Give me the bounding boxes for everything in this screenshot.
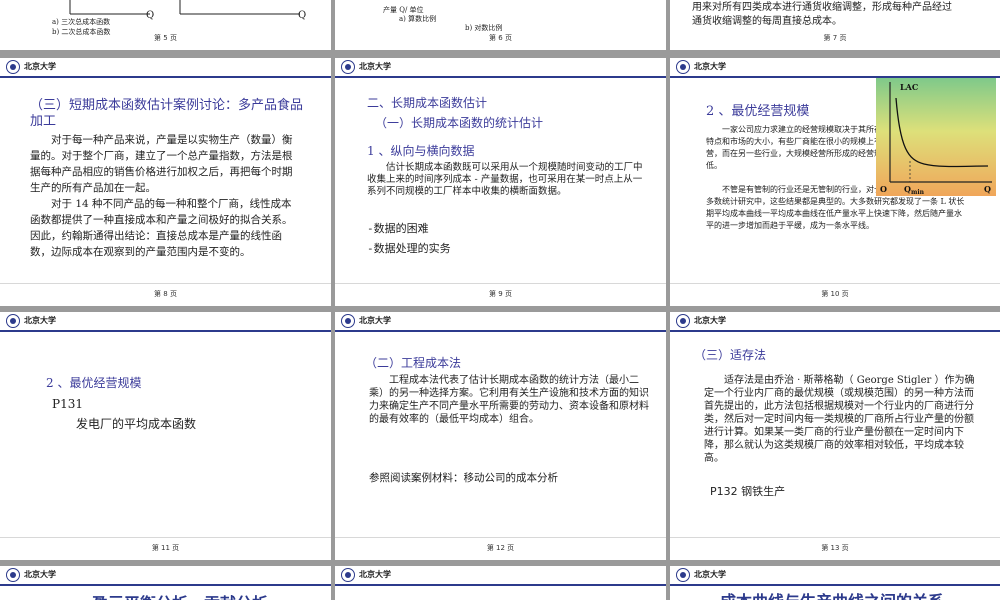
university-logo-icon <box>6 60 20 74</box>
university-name: 北京大学 <box>359 570 391 579</box>
page-number: 第 9 页 <box>489 290 512 298</box>
chart-q-label: Q <box>984 184 991 194</box>
lac-curve-chart: LAC O Qmin Q <box>876 78 996 196</box>
slide-header: 北京大学 <box>0 58 331 78</box>
slide-header: 北京大学 <box>335 566 666 586</box>
paragraph-1: 对于每一种产品来说，产量是以实物生产（数量）衡量的。对于整个厂商，建立了一个总产… <box>30 134 293 194</box>
university-name: 北京大学 <box>694 62 726 71</box>
page-reference: P131 <box>52 397 83 411</box>
university-logo-icon <box>676 568 690 582</box>
reading-reference: 参照阅读案例材料：移动公司的成本分析 <box>369 472 558 484</box>
university-name: 北京大学 <box>24 570 56 579</box>
slide-title-line2: 加工 <box>30 114 57 129</box>
university-logo-icon <box>676 60 690 74</box>
paragraph: 工程成本法代表了估计长期成本函数的统计方法（最小二乘）的另一种选择方案。它利用有… <box>369 375 649 425</box>
slide-text: 发电厂的平均成本函数 <box>76 417 197 431</box>
page-number: 第 5 页 <box>154 34 177 42</box>
slide-header: 北京大学 <box>670 58 1000 78</box>
list-item-1: -数据的困难 <box>367 222 429 235</box>
slide-header: 北京大学 <box>0 566 331 586</box>
chart-origin-label: O <box>880 184 887 194</box>
slide-header: 北京大学 <box>0 312 331 332</box>
slide-11: 北京大学 2 、最优经营规模 P131 发电厂的平均成本函数 第 11 页 <box>0 312 331 560</box>
university-name: 北京大学 <box>359 316 391 325</box>
slide-5: Q Q a) 三次总成本函数 b) 二次总成本函数 第 5 页 <box>0 0 331 50</box>
slide-10: 北京大学 2 、最优经营规模 一家公司应力求建立的经营规模取决于其所在行业的特点… <box>670 58 1000 306</box>
slide-9: 北京大学 二、长期成本函数估计 （一）长期成本函数的统计估计 1 、纵向与横向数… <box>335 58 666 306</box>
axis-q2-label: Q <box>298 10 307 21</box>
university-name: 北京大学 <box>694 316 726 325</box>
axis-q-label: Q <box>146 10 155 21</box>
point-title: 1 、纵向与横向数据 <box>367 144 475 158</box>
slide-title: （二）工程成本法 <box>365 356 462 370</box>
page-number: 第 6 页 <box>489 34 512 42</box>
university-name: 北京大学 <box>24 316 56 325</box>
slide-title: 2 、最优经营规模 <box>706 104 810 119</box>
cost-function-diagram <box>69 0 300 15</box>
slide-header: 北京大学 <box>670 566 1000 586</box>
slide-16: 北京大学 成本曲线与生产曲线之间的关系 <box>670 566 1000 600</box>
section-title: 二、长期成本函数估计 <box>367 96 488 110</box>
university-logo-icon <box>6 314 20 328</box>
subsection-title: （一）长期成本函数的统计估计 <box>375 116 544 130</box>
slide-8: 北京大学 （三）短期成本函数估计案例讨论：多产品食品 加工 对于每一种产品来说，… <box>0 58 331 306</box>
slide-13: 北京大学 （三）适存法 适存法是由乔治 · 斯蒂格勒（ George Stigl… <box>670 312 1000 560</box>
university-name: 北京大学 <box>694 570 726 579</box>
slide-12: 北京大学 （二）工程成本法 工程成本法代表了估计长期成本函数的统计方法（最小二乘… <box>335 312 666 560</box>
chart-qmin-sub: min <box>911 189 925 196</box>
university-logo-icon <box>341 60 355 74</box>
university-logo-icon <box>341 314 355 328</box>
slide-15: 北京大学 <box>335 566 666 600</box>
slide-title: 2 、最优经营规模 <box>46 376 142 390</box>
chart-qmin-main: Q <box>904 184 911 194</box>
university-logo-icon <box>6 568 20 582</box>
university-logo-icon <box>676 314 690 328</box>
slide-14: 北京大学 盈亏平衡分析、贡献分析 <box>0 566 331 600</box>
list-item-2: -数据处理的实务 <box>367 242 451 255</box>
text-line-2: 通货收缩调整的每周直接总成本。 <box>692 16 842 27</box>
slide-title: 成本曲线与生产曲线之间的关系 <box>720 588 944 600</box>
page-number: 第 8 页 <box>154 290 177 298</box>
slide-title-line1: （三）短期成本函数估计案例讨论：多产品食品 <box>30 98 304 113</box>
university-logo-icon <box>341 568 355 582</box>
page-number: 第 7 页 <box>823 34 847 42</box>
paragraph: 适存法是由乔治 · 斯蒂格勒（ George Stigler ）作为确定一个行业… <box>704 375 975 464</box>
slide-header: 北京大学 <box>670 312 1000 332</box>
slide-header: 北京大学 <box>335 58 666 78</box>
page-reference: P132 钢铁生产 <box>710 485 786 498</box>
paragraph: 估计长期成本函数既可以采用从一个规模随时间变动的工厂中收集上来的时间序列成本 -… <box>367 162 643 197</box>
caption-a: a) 算数比例 <box>399 15 437 23</box>
chart-background <box>876 78 996 196</box>
slide-header: 北京大学 <box>335 312 666 332</box>
page-number: 第 12 页 <box>486 544 515 552</box>
slide-title: 盈亏平衡分析、贡献分析 <box>92 590 268 600</box>
slide-title: （三）适存法 <box>694 348 767 362</box>
chart-lac-label: LAC <box>900 82 918 92</box>
paragraph-2: 对于 14 种不同产品的每一种和整个厂商，线性成本函数都提供了一种直接成本和产量… <box>30 198 293 258</box>
university-name: 北京大学 <box>359 62 391 71</box>
slide-6: 产量 Q/ 单位 a) 算数比例 b) 对数比例 第 6 页 <box>335 0 666 50</box>
slide-7: 用来对所有四类成本进行通货收缩调整，形成每种产品经过 通货收缩调整的每周直接总成… <box>670 0 1000 50</box>
university-name: 北京大学 <box>24 62 56 71</box>
page-number: 第 11 页 <box>151 544 180 552</box>
page-number: 第 10 页 <box>821 290 849 298</box>
page-number: 第 13 页 <box>821 544 849 552</box>
